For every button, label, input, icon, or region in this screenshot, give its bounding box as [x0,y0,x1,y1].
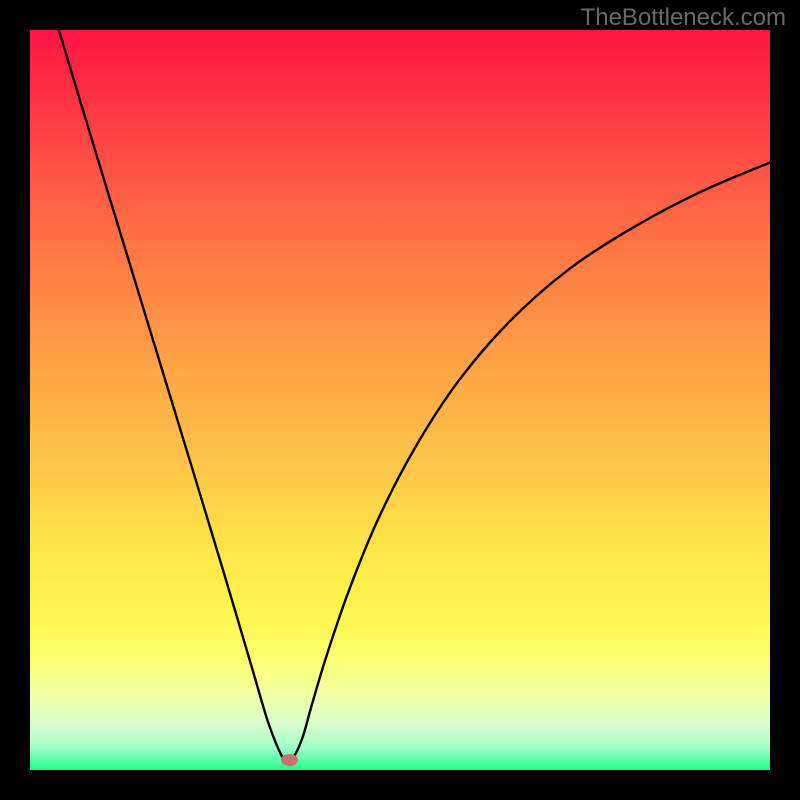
chart-frame: TheBottleneck.com [0,0,800,800]
plot-area [30,30,770,770]
watermark-text: TheBottleneck.com [581,4,786,32]
bottleneck-curve [30,30,770,770]
minimum-marker [281,754,298,766]
